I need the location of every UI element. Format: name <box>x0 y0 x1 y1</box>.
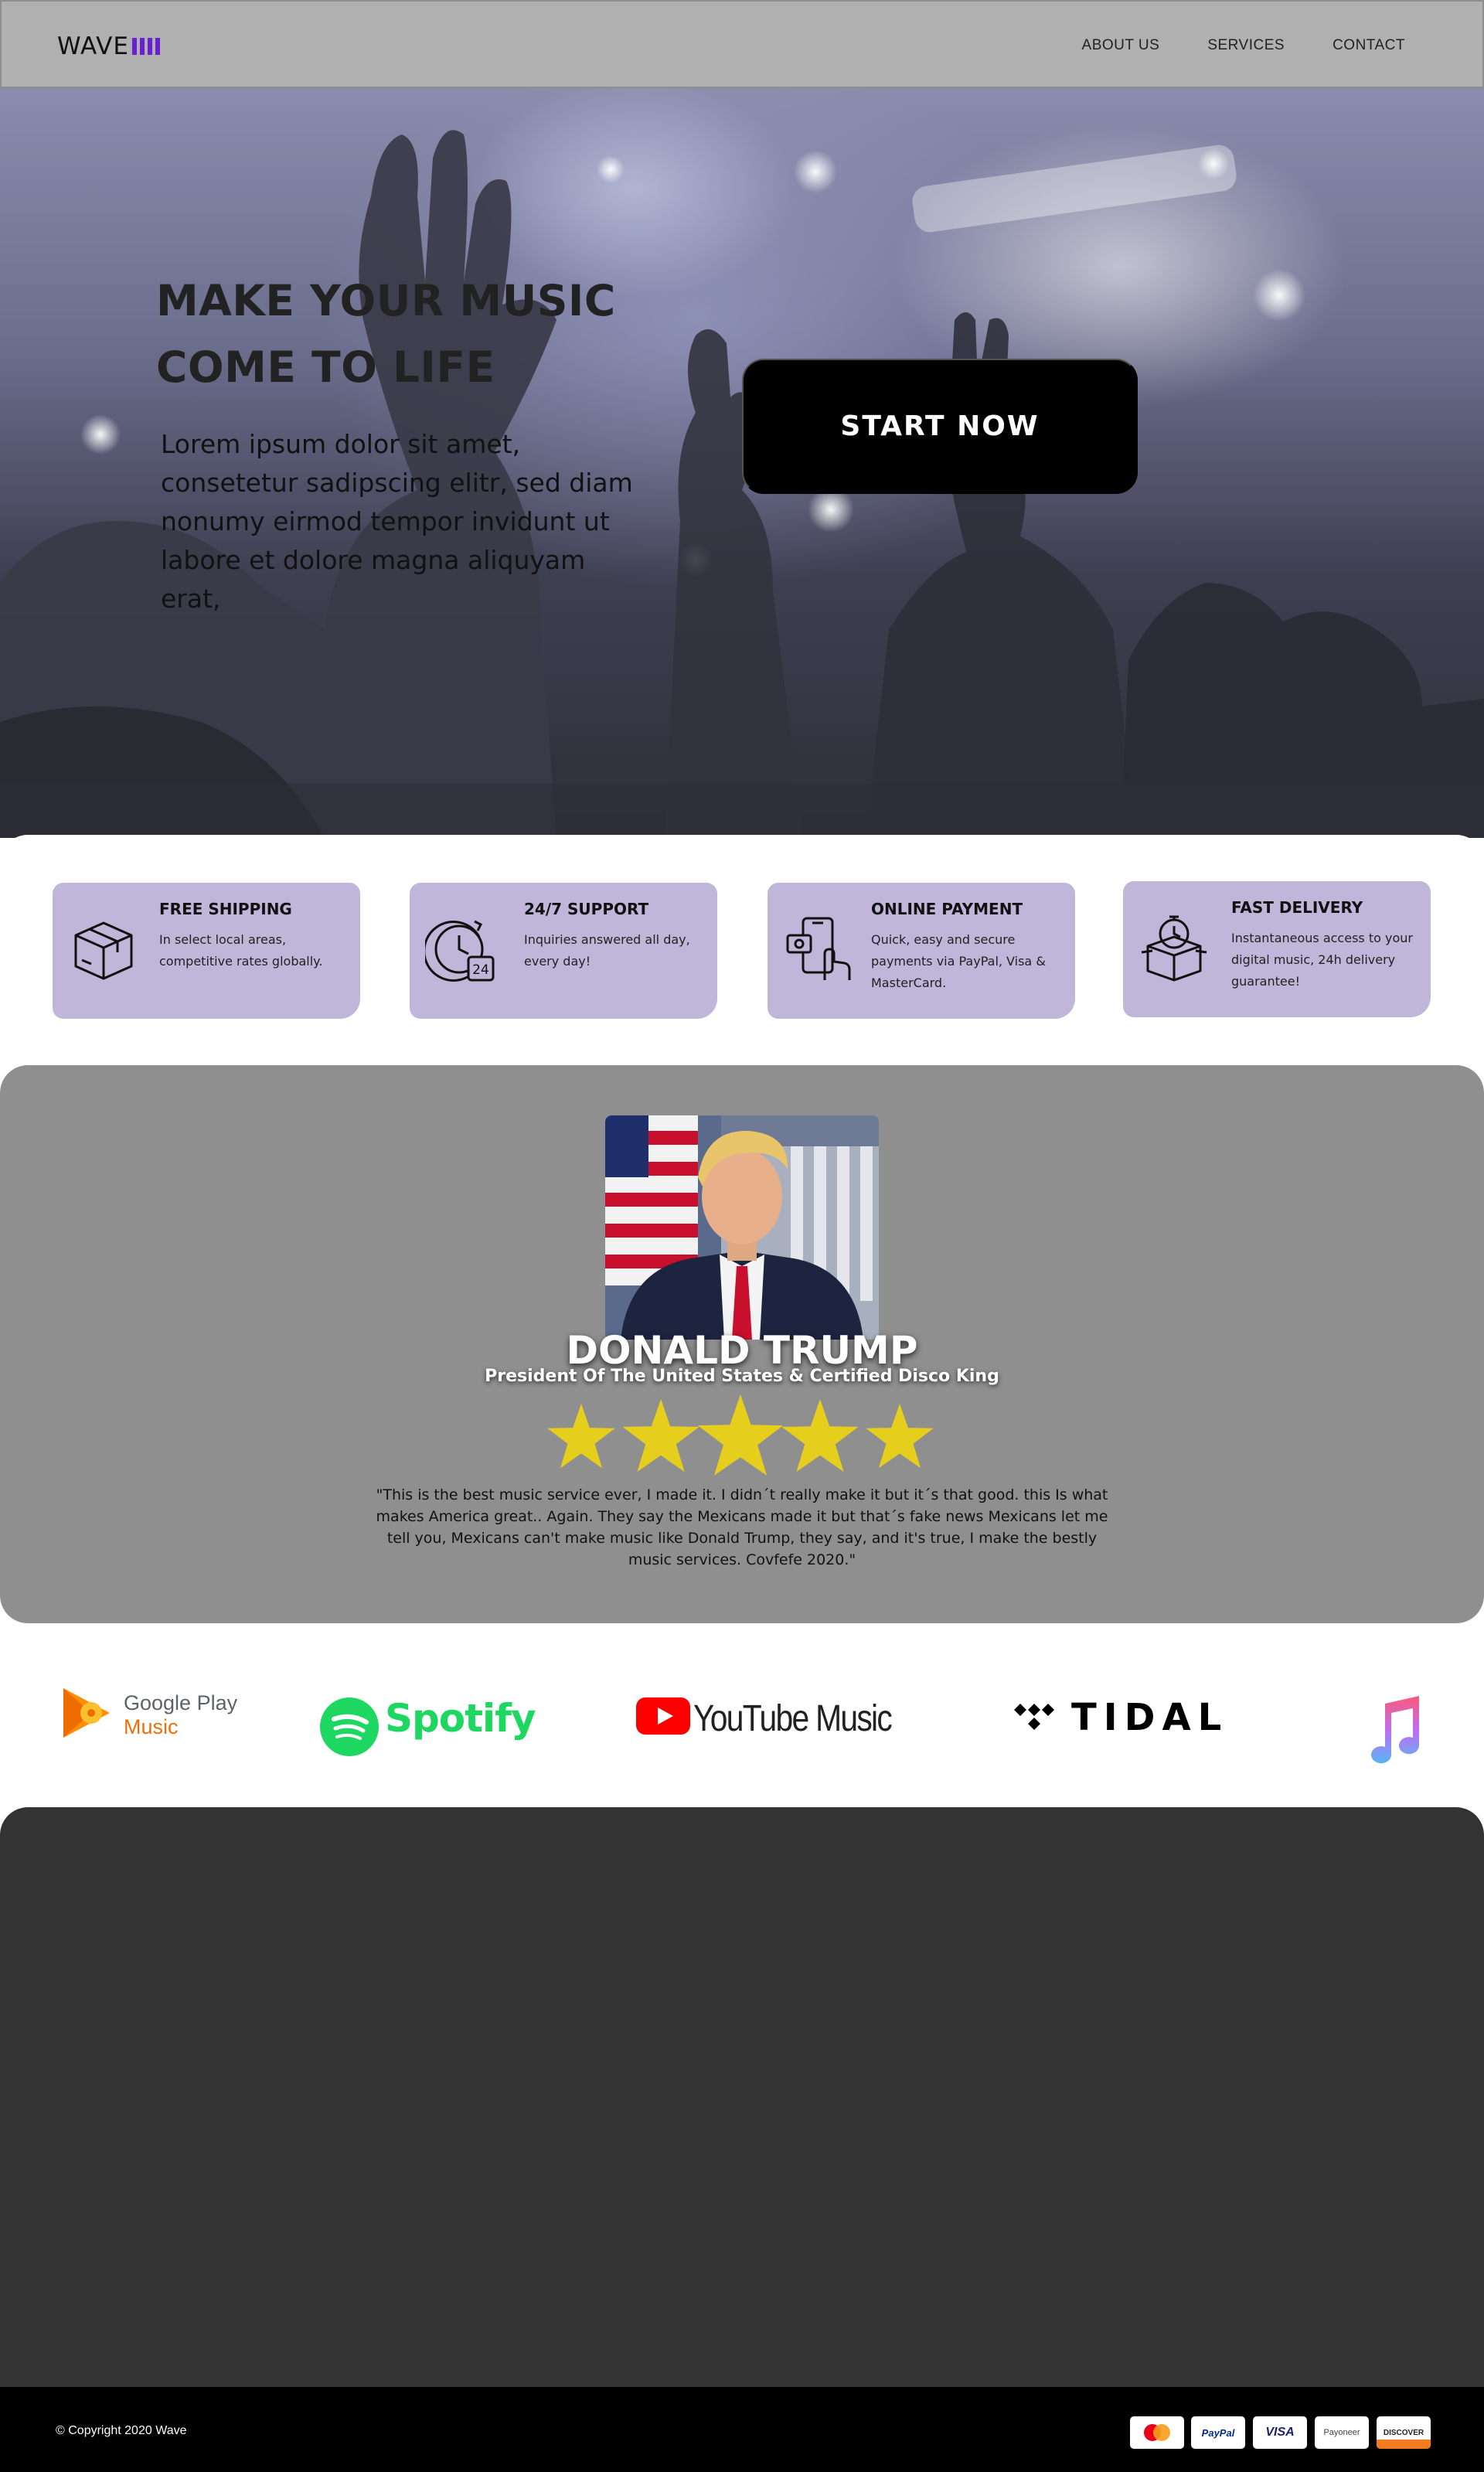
stopwatch-box-icon <box>1141 915 1207 982</box>
visa-badge: VISA <box>1253 2416 1307 2449</box>
spotify-text: Spotify <box>385 1696 536 1741</box>
payoneer-label: Payoneer <box>1323 2428 1360 2437</box>
paypal-badge: PayPal <box>1191 2416 1245 2449</box>
svg-text:24: 24 <box>472 962 489 978</box>
testimonial-portrait <box>605 1115 879 1340</box>
start-now-button[interactable]: START NOW <box>742 359 1138 494</box>
spotify-logo[interactable] <box>320 1697 379 1759</box>
main-nav: ABOUT US SERVICES CONTACT <box>1082 37 1405 54</box>
nav-contact[interactable]: CONTACT <box>1333 37 1405 54</box>
partners-section: Google Play Music Spotify YouTube Music … <box>0 1623 1484 1809</box>
clock-24-icon: 24 <box>425 920 495 982</box>
logo-text: WAVE <box>57 32 129 60</box>
discover-badge: DISCOVER <box>1377 2416 1431 2449</box>
rating-stars <box>547 1394 934 1476</box>
nav-services[interactable]: SERVICES <box>1207 37 1285 54</box>
youtube-music-text: YouTube Music <box>693 1698 893 1739</box>
google-play-label: Google Play <box>124 1691 238 1714</box>
paypal-label: PayPal <box>1201 2426 1235 2439</box>
google-music-label: Music <box>124 1715 179 1738</box>
spotify-icon <box>320 1697 379 1756</box>
testimonial-quote: "This is the best music service ever, I … <box>376 1486 1108 1568</box>
feature-card-support: 24 24/7 SUPPORT Inquiries answered all d… <box>410 883 717 1019</box>
star-icon <box>622 1399 699 1473</box>
youtube-play-icon <box>636 1697 690 1735</box>
feature-text: Quick, easy and secure payments via PayP… <box>871 932 1046 990</box>
discover-stripe <box>1377 2440 1431 2449</box>
feature-text: Instantaneous access to your digital mus… <box>1231 931 1413 989</box>
apple-music-logo[interactable] <box>1362 1691 1424 1769</box>
tidal-diamond-icon <box>1014 1704 1054 1730</box>
apple-music-note-icon <box>1371 1696 1420 1764</box>
testimonial-role: President Of The United States & Certifi… <box>485 1367 999 1386</box>
dark-section <box>0 1807 1484 2387</box>
google-play-icon <box>63 1688 110 1738</box>
mastercard-badge <box>1130 2416 1184 2449</box>
mastercard-icon <box>1144 2424 1170 2441</box>
feature-title: FAST DELIVERY <box>1231 898 1363 917</box>
tidal-text: TIDAL <box>1071 1696 1229 1739</box>
logo-bars-icon <box>131 38 160 55</box>
copyright-text: © Copyright 2020 Wave <box>56 2424 187 2437</box>
site-header: WAVE ABOUT US SERVICES CONTACT <box>0 0 1484 88</box>
feature-text: In select local areas, competitive rates… <box>159 932 323 969</box>
star-icon <box>781 1399 859 1473</box>
hero-title: MAKE YOUR MUSIC COME TO LIFE <box>156 276 616 392</box>
youtube-music-logo[interactable] <box>636 1697 690 1738</box>
visa-label: VISA <box>1265 2426 1295 2439</box>
hero-section: MAKE YOUR MUSIC COME TO LIFE Lorem ipsum… <box>0 88 1484 838</box>
testimonial-section: DONALD TRUMP President Of The United Sta… <box>0 1065 1484 1623</box>
nav-about-us[interactable]: ABOUT US <box>1082 37 1160 54</box>
features-section: FREE SHIPPING In select local areas, com… <box>0 835 1484 1067</box>
feature-title: FREE SHIPPING <box>159 900 292 918</box>
payoneer-badge: Payoneer <box>1315 2416 1369 2449</box>
star-icon <box>547 1404 615 1469</box>
feature-card-free-shipping: FREE SHIPPING In select local areas, com… <box>53 883 360 1019</box>
package-box-icon <box>74 921 133 980</box>
hero-text: Lorem ipsum dolor sit amet, consetetur s… <box>161 429 633 614</box>
star-icon <box>866 1404 934 1469</box>
tidal-logo[interactable] <box>1013 1702 1056 1736</box>
discover-label: DISCOVER <box>1383 2428 1424 2437</box>
phone-payment-icon <box>786 917 851 980</box>
feature-card-fast-delivery: FAST DELIVERY Instantaneous access to yo… <box>1123 881 1431 1017</box>
feature-text: Inquiries answered all day, every day! <box>524 932 690 969</box>
feature-title: 24/7 SUPPORT <box>524 900 649 918</box>
feature-title: ONLINE PAYMENT <box>871 900 1023 918</box>
site-logo[interactable]: WAVE <box>57 32 160 60</box>
google-play-music-text: Google Play Music <box>124 1691 237 1739</box>
star-icon <box>697 1394 784 1476</box>
google-play-music-logo[interactable] <box>60 1685 116 1744</box>
site-footer: © Copyright 2020 Wave PayPal VISA Payone… <box>0 2387 1484 2472</box>
feature-card-online-payment: ONLINE PAYMENT Quick, easy and secure pa… <box>768 883 1075 1019</box>
